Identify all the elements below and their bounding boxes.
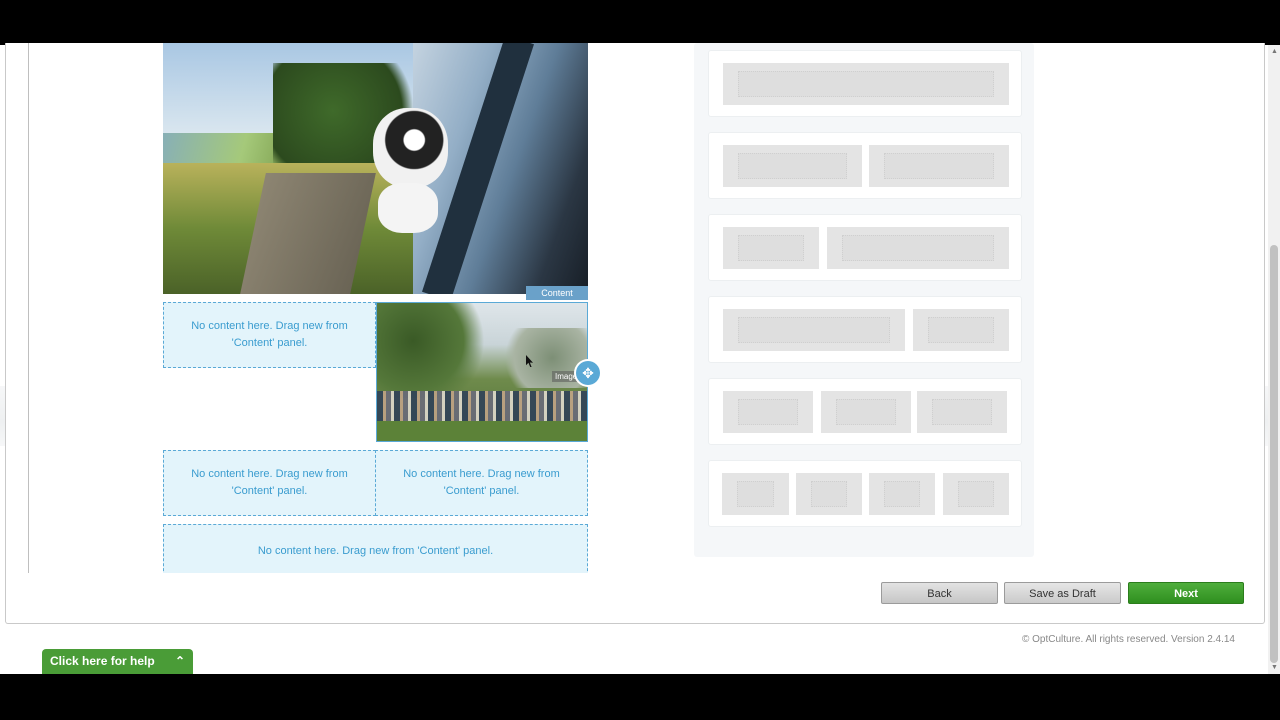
move-handle-icon[interactable]: ✥ — [576, 361, 600, 385]
drop-zone-text: No content here. Drag new from 'Content'… — [403, 468, 560, 497]
drop-zone-two-col-right[interactable]: No content here. Drag new from 'Content'… — [375, 450, 588, 516]
copyright-text: © OptCulture. All rights reserved. Versi… — [1021, 634, 1235, 645]
next-button[interactable]: Next — [1128, 582, 1244, 604]
chevron-up-icon: ⌃ — [174, 654, 185, 668]
drop-zone-two-col-left[interactable]: No content here. Drag new from 'Content'… — [163, 450, 376, 516]
layout-one-column[interactable] — [708, 50, 1022, 117]
top-black-bar — [0, 0, 1280, 45]
bottom-black-bar — [0, 674, 1280, 720]
dog-in-car-image[interactable] — [163, 43, 588, 294]
scroll-up-icon[interactable]: ▲ — [1271, 48, 1278, 55]
back-button[interactable]: Back — [881, 582, 998, 604]
layout-narrow-wide-columns[interactable] — [708, 214, 1022, 281]
scroll-down-icon[interactable]: ▼ — [1271, 664, 1278, 671]
layout-panel — [694, 43, 1034, 557]
email-canvas: Content No content here. Drag new from '… — [28, 43, 717, 573]
drop-zone-text: No content here. Drag new from 'Content'… — [191, 320, 348, 349]
layout-wide-narrow-columns[interactable] — [708, 296, 1022, 363]
drop-zone-text: No content here. Drag new from 'Content'… — [191, 468, 348, 497]
editor-frame: Content No content here. Drag new from '… — [5, 43, 1265, 624]
page-scrollbar[interactable]: ▲ ▼ — [1268, 45, 1280, 674]
scrollbar-thumb[interactable] — [1270, 245, 1278, 663]
layout-two-equal-columns[interactable] — [708, 132, 1022, 199]
drop-zone-full-width[interactable]: No content here. Drag new from 'Content'… — [163, 524, 588, 573]
help-label: Click here for help — [50, 654, 155, 668]
layout-four-columns[interactable] — [708, 460, 1022, 527]
drop-zone-left-of-image[interactable]: No content here. Drag new from 'Content'… — [163, 302, 376, 368]
help-widget[interactable]: Click here for help ⌃ — [42, 649, 193, 674]
content-block-tag: Content — [526, 286, 588, 300]
park-crowd-image[interactable]: Image — [376, 302, 588, 442]
save-as-draft-button[interactable]: Save as Draft — [1004, 582, 1121, 604]
editor-page: Content No content here. Drag new from '… — [0, 43, 1268, 674]
drop-zone-text: No content here. Drag new from 'Content'… — [257, 545, 494, 557]
layout-three-columns[interactable] — [708, 378, 1022, 445]
